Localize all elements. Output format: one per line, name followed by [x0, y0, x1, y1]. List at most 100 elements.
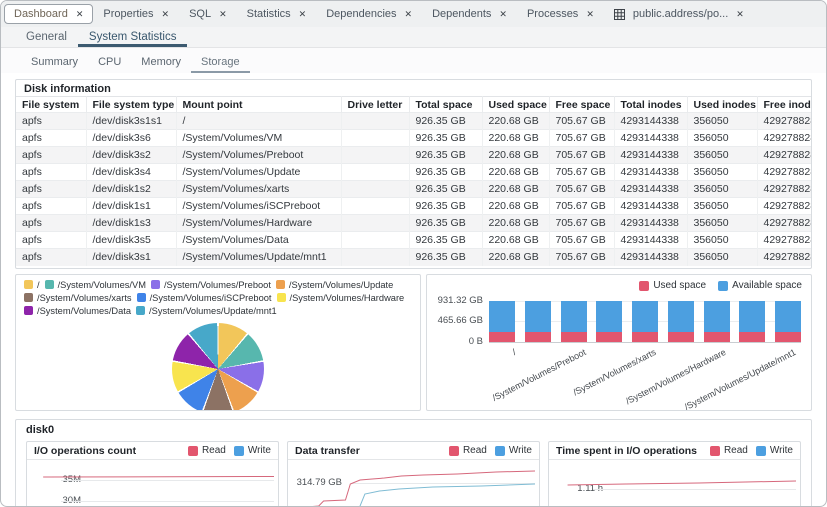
- io-legend-item-read: Read: [710, 445, 748, 456]
- tab-dashboard[interactable]: Dashboard✕: [4, 4, 93, 24]
- close-icon[interactable]: ✕: [299, 10, 307, 19]
- tab-dependents[interactable]: Dependents ✕: [422, 4, 517, 24]
- tab-statistics[interactable]: Statistics✕: [237, 4, 317, 24]
- io-legend-item-write: Write: [234, 445, 271, 456]
- legend-swatch: [188, 446, 198, 456]
- column-header-file-system: File system: [16, 97, 86, 113]
- tab-system-statistics[interactable]: System Statistics: [78, 27, 188, 47]
- table-row: apfs/dev/disk3s6/System/Volumes/VM926.35…: [16, 130, 812, 147]
- column-header-total-space: Total space: [409, 97, 482, 113]
- cell-total-space: 926.35 GB: [409, 130, 482, 147]
- cell-used-inodes: 356050: [687, 164, 757, 181]
- cell-file-system: apfs: [16, 215, 86, 232]
- close-icon[interactable]: ✕: [76, 10, 84, 19]
- pie-legend-label: /System/Volumes/Hardware: [290, 293, 405, 303]
- tab-cpu[interactable]: CPU: [88, 48, 131, 73]
- tab-properties[interactable]: Properties✕: [93, 4, 179, 24]
- tab-storage[interactable]: Storage: [191, 48, 250, 73]
- column-header-file-system-type: File system type: [86, 97, 176, 113]
- cell-free-inodes: 4292788288: [757, 232, 812, 249]
- io-legend-label: Write: [248, 445, 271, 456]
- cell-used-inodes: 356050: [687, 181, 757, 198]
- cell-file-system: apfs: [16, 164, 86, 181]
- cell-drive-letter: [341, 215, 409, 232]
- bar-used-segment: [561, 332, 587, 342]
- cell-total-space: 926.35 GB: [409, 181, 482, 198]
- io-legend-item-write: Write: [495, 445, 532, 456]
- close-icon[interactable]: ✕: [219, 10, 227, 19]
- bar-available-segment: [561, 301, 587, 332]
- bar-used-segment: [632, 332, 658, 342]
- cell-file-system: apfs: [16, 198, 86, 215]
- close-icon[interactable]: ✕: [736, 10, 744, 19]
- stacked-bar: [704, 301, 730, 342]
- legend-swatch: [276, 280, 285, 289]
- stacked-bar: [561, 301, 587, 342]
- cell-free-space: 705.67 GB: [549, 113, 614, 130]
- cell-file-system-type: /dev/disk3s6: [86, 130, 176, 147]
- cell-drive-letter: [341, 249, 409, 266]
- disk-space-bar-panel: Used spaceAvailable space 931.32 GB465.6…: [426, 274, 812, 411]
- legend-swatch: [639, 281, 649, 291]
- close-icon[interactable]: ✕: [405, 10, 413, 19]
- cell-file-system-type: /dev/disk3s1: [86, 249, 176, 266]
- column-header-free-space: Free space: [549, 97, 614, 113]
- cell-total-inodes: 4293144338: [614, 215, 687, 232]
- cell-file-system: apfs: [16, 113, 86, 130]
- cell-used-space: 220.68 GB: [482, 147, 549, 164]
- disk0-panel: disk0 I/O operations countReadWrite35M30…: [15, 419, 812, 507]
- tab-memory[interactable]: Memory: [131, 48, 191, 73]
- close-icon[interactable]: ✕: [499, 10, 507, 19]
- legend-swatch: [756, 446, 766, 456]
- disk-usage-pie-panel: //System/Volumes/VM/System/Volumes/Prebo…: [15, 274, 421, 411]
- cell-file-system-type: /dev/disk3s5: [86, 232, 176, 249]
- line-series-read: [568, 481, 796, 485]
- cell-total-inodes: 4293144338: [614, 198, 687, 215]
- tab-label: Dependencies: [326, 8, 396, 20]
- table-row: apfs/dev/disk3s1/System/Volumes/Update/m…: [16, 249, 812, 266]
- cell-free-inodes: 4292788288: [757, 113, 812, 130]
- pie-legend-item: /System/Volumes/Update: [276, 279, 393, 292]
- cell-free-inodes: 4292788288: [757, 147, 812, 164]
- pie-legend-label: /System/Volumes/VM: [58, 280, 146, 290]
- io-chart-panel-data-transfer: Data transferReadWrite314.79 GB: [287, 441, 540, 507]
- tab-public-address-po[interactable]: public.address/po...✕: [604, 4, 754, 24]
- io-line-plot: [292, 460, 535, 507]
- cell-total-space: 926.35 GB: [409, 215, 482, 232]
- pie-legend-item: /System/Volumes/Hardware: [277, 292, 405, 305]
- bar-gridline: [489, 342, 801, 343]
- line-series-read: [304, 471, 535, 507]
- tab-label: Dependents: [432, 8, 491, 20]
- cell-total-inodes: 4293144338: [614, 113, 687, 130]
- io-chart-header: Time spent in I/O operationsReadWrite: [549, 442, 800, 460]
- tab-processes[interactable]: Processes✕: [517, 4, 604, 24]
- pie-legend-item: /: [24, 279, 40, 292]
- cell-total-inodes: 4293144338: [614, 181, 687, 198]
- disk0-charts-row: I/O operations countReadWrite35M30MData …: [16, 438, 811, 507]
- stacked-bar: [525, 301, 551, 342]
- column-header-drive-letter: Drive letter: [341, 97, 409, 113]
- pie-legend-label: /System/Volumes/xarts: [37, 293, 132, 303]
- bar-used-segment: [775, 332, 801, 342]
- cell-file-system-type: /dev/disk1s1: [86, 198, 176, 215]
- bar-x-label: /System/Volumes/Preboot: [490, 347, 587, 403]
- bar-y-tick-label: 931.32 GB: [427, 295, 483, 306]
- cell-free-inodes: 4292788288: [757, 198, 812, 215]
- cell-drive-letter: [341, 113, 409, 130]
- cell-mount-point: /System/Volumes/Data: [176, 232, 341, 249]
- tab-sql[interactable]: SQL✕: [179, 4, 237, 24]
- close-icon[interactable]: ✕: [586, 10, 594, 19]
- bar-available-segment: [596, 301, 622, 332]
- cell-total-space: 926.35 GB: [409, 198, 482, 215]
- cell-free-space: 705.67 GB: [549, 249, 614, 266]
- io-chart-header: Data transferReadWrite: [288, 442, 539, 460]
- cell-total-space: 926.35 GB: [409, 249, 482, 266]
- column-header-mount-point: Mount point: [176, 97, 341, 113]
- disk-information-table: File systemFile system typeMount pointDr…: [16, 96, 812, 266]
- tab-dependencies[interactable]: Dependencies ✕: [316, 4, 422, 24]
- stacked-bar: [668, 301, 694, 342]
- tab-summary[interactable]: Summary: [21, 48, 88, 73]
- tab-general[interactable]: General: [15, 27, 78, 47]
- cell-mount-point: /System/Volumes/VM: [176, 130, 341, 147]
- close-icon[interactable]: ✕: [162, 10, 170, 19]
